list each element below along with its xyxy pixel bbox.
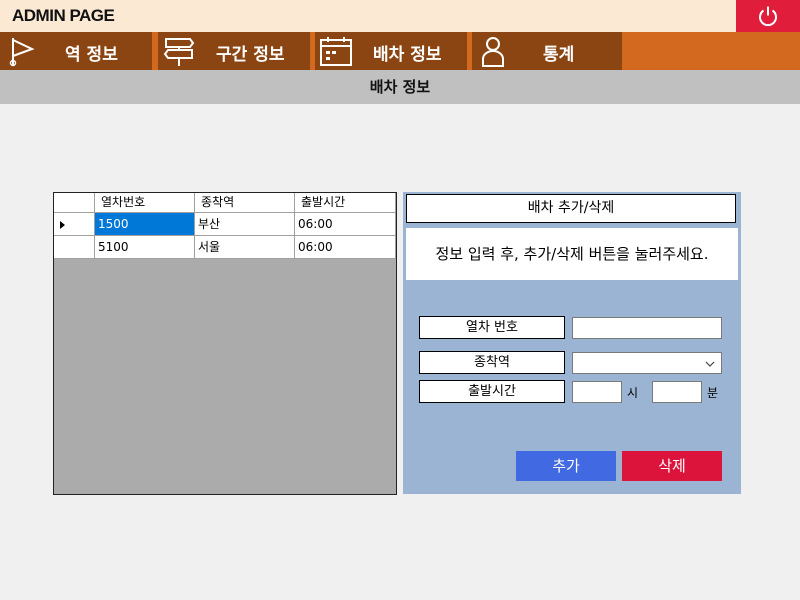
instruction-message: 정보 입력 후, 추가/삭제 버튼을 눌러주세요. (406, 228, 738, 280)
app-title: ADMIN PAGE (12, 6, 115, 25)
page-title: 배차 정보 (0, 70, 800, 104)
chevron-down-icon (705, 361, 715, 367)
train-number-input[interactable] (572, 317, 722, 339)
column-header[interactable]: 열차번호 (95, 193, 195, 213)
nav-item-stats[interactable]: 통계 (472, 32, 622, 70)
hour-unit-label: 시 (627, 386, 639, 400)
table-cell[interactable]: 1500 (95, 213, 195, 236)
train-number-label: 열차 번호 (419, 316, 565, 339)
dispatch-edit-panel: 배차 추가/삭제 정보 입력 후, 추가/삭제 버튼을 눌러주세요. 열차 번호… (403, 192, 741, 494)
column-header[interactable]: 출발시간 (295, 193, 396, 213)
calendar-icon (320, 37, 352, 66)
nav-item-label: 구간 정보 (216, 45, 285, 65)
flag-icon (9, 38, 35, 67)
table-cell[interactable]: 부산 (195, 213, 295, 236)
add-button[interactable]: 추가 (516, 451, 616, 481)
minute-unit-label: 분 (707, 386, 719, 400)
column-header[interactable]: 종착역 (195, 193, 295, 213)
departure-hour-input[interactable] (572, 381, 622, 403)
table-cell[interactable]: 서울 (195, 236, 295, 259)
nav-item-label: 배차 정보 (373, 45, 442, 65)
power-icon (759, 6, 777, 27)
title-bar: ADMIN PAGE (0, 0, 800, 32)
current-row-arrow-icon (60, 221, 65, 229)
row-header-corner (54, 193, 95, 213)
row-header[interactable] (54, 213, 95, 236)
destination-select[interactable] (572, 352, 722, 374)
nav-item-section[interactable]: 구간 정보 (158, 32, 310, 70)
table-cell[interactable]: 5100 (95, 236, 195, 259)
nav-item-label: 통계 (543, 45, 575, 65)
departure-minute-input[interactable] (652, 381, 702, 403)
departure-time-label: 출발시간 (419, 380, 565, 403)
dispatch-table[interactable]: 열차번호 종착역 출발시간 1500 부산 06:00 5100 서울 06:0… (53, 192, 397, 495)
power-button[interactable] (736, 0, 800, 32)
nav-bar: 역 정보 구간 정보 배차 정보 통계 (0, 32, 800, 70)
table-cell[interactable]: 06:00 (295, 236, 396, 259)
destination-label: 종착역 (419, 351, 565, 374)
nav-item-label: 역 정보 (65, 45, 118, 65)
nav-item-dispatch[interactable]: 배차 정보 (315, 32, 467, 70)
nav-item-station[interactable]: 역 정보 (0, 32, 152, 70)
signpost-icon (163, 38, 195, 66)
panel-title: 배차 추가/삭제 (406, 194, 736, 223)
table-cell[interactable]: 06:00 (295, 213, 396, 236)
row-header[interactable] (54, 236, 95, 259)
person-icon (482, 37, 504, 67)
delete-button[interactable]: 삭제 (622, 451, 722, 481)
